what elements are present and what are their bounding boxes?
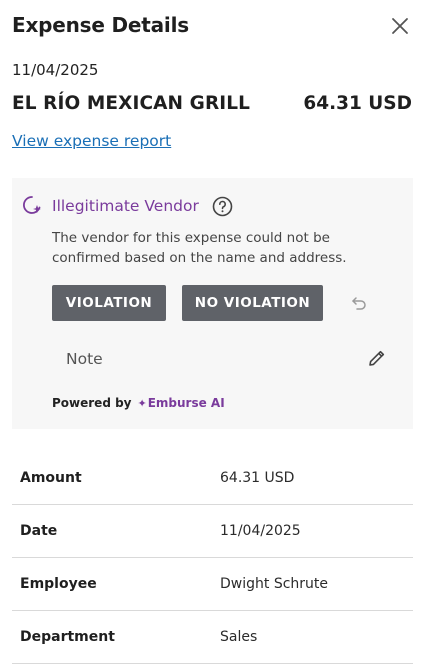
detail-value: Dwight Schrute (220, 576, 329, 592)
violation-button[interactable]: VIOLATION (52, 285, 166, 321)
expense-amount: 64.31 USD (303, 93, 412, 114)
panel-title: Expense Details (12, 13, 189, 37)
expense-date: 11/04/2025 (12, 61, 99, 79)
vendor-name: EL RÍO MEXICAN GRILL (12, 93, 251, 114)
detail-label: Date (20, 523, 58, 539)
detail-label: Employee (20, 576, 97, 592)
undo-icon (352, 297, 366, 310)
question-circle-icon (212, 196, 233, 217)
detail-row-date: Date 11/04/2025 (12, 505, 413, 558)
ai-sparkle-alert-icon (23, 196, 41, 214)
view-expense-report-link[interactable]: View expense report (12, 132, 171, 150)
vendor-row: EL RÍO MEXICAN GRILL 64.31 USD (12, 93, 412, 119)
alert-title: Illegitimate Vendor (52, 197, 199, 215)
detail-value: 11/04/2025 (220, 523, 301, 539)
powered-by: Powered by ✦ Emburse AI (52, 396, 225, 410)
expense-details-table: Amount 64.31 USD Date 11/04/2025 Employe… (12, 452, 413, 664)
panel-header: Expense Details (12, 12, 412, 40)
sparkle-icon: ✦ (137, 396, 147, 410)
detail-label: Amount (20, 470, 82, 486)
help-button[interactable] (212, 196, 233, 217)
powered-by-label: Powered by (52, 396, 132, 410)
alert-description: The vendor for this expense could not be… (52, 230, 347, 266)
pencil-icon (369, 350, 385, 366)
detail-value: Sales (220, 629, 258, 645)
undo-button[interactable] (350, 294, 368, 312)
close-button[interactable] (388, 14, 412, 38)
detail-value: 64.31 USD (220, 470, 295, 486)
close-icon (392, 18, 408, 34)
ai-alert-card: Illegitimate Vendor The vendor for this … (12, 178, 413, 429)
detail-label: Department (20, 629, 115, 645)
detail-row-department: Department Sales (12, 611, 413, 664)
detail-row-employee: Employee Dwight Schrute (12, 558, 413, 611)
brand-name: Emburse AI (147, 396, 225, 410)
edit-note-button[interactable] (367, 348, 387, 368)
note-label: Note (66, 350, 103, 368)
detail-row-amount: Amount 64.31 USD (12, 452, 413, 505)
no-violation-button[interactable]: NO VIOLATION (182, 285, 323, 321)
